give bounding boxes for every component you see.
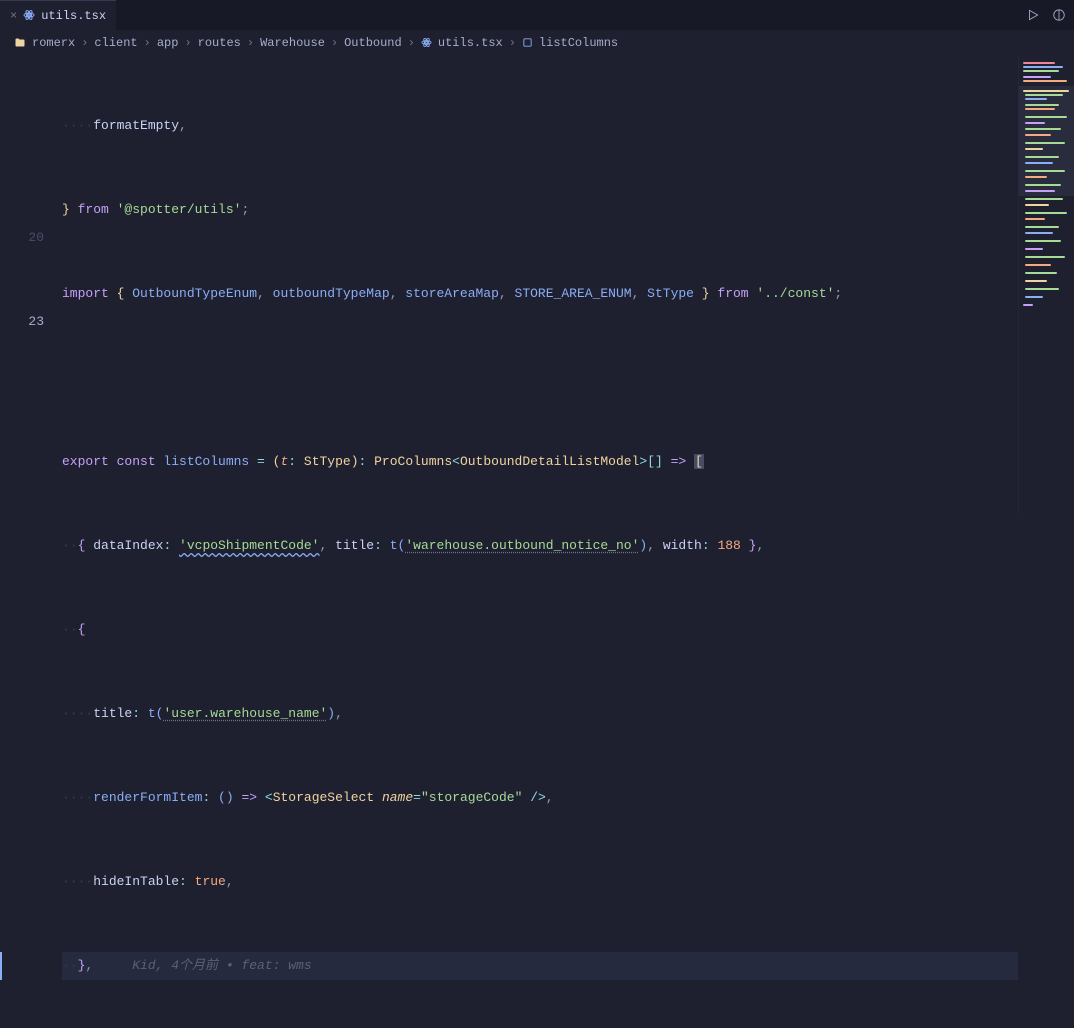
tab-actions xyxy=(1026,0,1066,30)
minimap-line xyxy=(1025,128,1061,130)
minimap-line xyxy=(1025,184,1061,186)
minimap-line xyxy=(1025,148,1043,150)
minimap-line xyxy=(1025,226,1059,228)
git-blame-hint: Kid, 4个月前 • feat: wms xyxy=(93,958,311,973)
folder-icon xyxy=(14,36,26,50)
code-line: ····formatEmpty, xyxy=(62,112,1018,140)
minimap-line xyxy=(1023,80,1067,82)
minimap-line xyxy=(1025,240,1061,242)
minimap-line xyxy=(1025,218,1045,220)
minimap-line xyxy=(1025,232,1053,234)
react-file-icon xyxy=(23,9,35,23)
line-number xyxy=(0,112,44,140)
line-number xyxy=(0,392,44,420)
minimap-line xyxy=(1025,170,1065,172)
minimap-line xyxy=(1025,108,1055,110)
tab-bar: × utils.tsx xyxy=(0,0,1074,30)
breadcrumb-item[interactable]: listColumns xyxy=(539,36,618,50)
minimap-line xyxy=(1023,70,1059,72)
breadcrumb-item[interactable]: romerx xyxy=(32,36,75,50)
code-line: ··{ dataIndex: 'vcpoShipmentCode', title… xyxy=(62,532,1018,560)
line-number xyxy=(0,280,44,308)
line-number xyxy=(0,168,44,196)
minimap-line xyxy=(1023,66,1063,68)
breadcrumb-item[interactable]: client xyxy=(94,36,137,50)
minimap-line xyxy=(1025,134,1051,136)
minimap-line xyxy=(1025,156,1059,158)
breadcrumb-item[interactable]: Outbound xyxy=(344,36,402,50)
line-number-current: 23 xyxy=(0,308,44,336)
line-number-gutter: 20 23 xyxy=(0,56,62,514)
code-line: ····renderFormItem: () => <StorageSelect… xyxy=(62,784,1018,812)
minimap-viewport[interactable] xyxy=(1019,86,1074,196)
tab-active[interactable]: × utils.tsx xyxy=(0,0,116,30)
minimap-line xyxy=(1025,94,1063,96)
line-number xyxy=(0,336,44,364)
line-number xyxy=(0,84,44,112)
code-line: ····title: t('user.warehouse_name'), xyxy=(62,700,1018,728)
code-line: import { OutboundTypeEnum, outboundTypeM… xyxy=(62,280,1018,308)
minimap-line xyxy=(1023,62,1055,64)
line-number xyxy=(0,196,44,224)
minimap-line xyxy=(1025,142,1065,144)
line-number xyxy=(0,140,44,168)
line-number xyxy=(0,56,44,84)
line-number xyxy=(0,420,44,448)
minimap-line xyxy=(1023,304,1033,306)
code-area[interactable]: ····formatEmpty, } from '@spotter/utils'… xyxy=(62,56,1018,514)
line-number xyxy=(0,364,44,392)
breadcrumb-item[interactable]: app xyxy=(157,36,179,50)
chevron-right-icon: › xyxy=(184,36,191,50)
chevron-right-icon: › xyxy=(247,36,254,50)
code-line: ··{ xyxy=(62,616,1018,644)
chevron-right-icon: › xyxy=(509,36,516,50)
line-number: 20 xyxy=(0,224,44,252)
code-line xyxy=(62,364,1018,392)
line-number xyxy=(0,252,44,280)
minimap-line xyxy=(1025,98,1047,100)
minimap-line xyxy=(1025,212,1067,214)
minimap-line xyxy=(1025,122,1045,124)
breadcrumb-item[interactable]: utils.tsx xyxy=(438,36,503,50)
minimap-line xyxy=(1023,90,1069,92)
minimap[interactable] xyxy=(1018,56,1074,514)
minimap-line xyxy=(1025,280,1047,282)
minimap-line xyxy=(1025,176,1047,178)
editor: 20 23 ····formatEmpty, } from '@spotter/… xyxy=(0,56,1074,514)
minimap-line xyxy=(1025,288,1059,290)
minimap-line xyxy=(1025,272,1057,274)
minimap-line xyxy=(1025,264,1051,266)
breadcrumb-item[interactable]: Warehouse xyxy=(260,36,325,50)
tab-filename: utils.tsx xyxy=(41,9,106,23)
line-number xyxy=(0,448,44,476)
chevron-right-icon: › xyxy=(408,36,415,50)
chevron-right-icon: › xyxy=(331,36,338,50)
line-number xyxy=(0,476,44,504)
close-icon[interactable]: × xyxy=(10,9,17,23)
breadcrumb-item[interactable]: routes xyxy=(198,36,241,50)
split-editor-icon[interactable] xyxy=(1052,8,1066,23)
code-line: export const listColumns = (t: StType): … xyxy=(62,448,1018,476)
minimap-line xyxy=(1023,76,1051,78)
minimap-line xyxy=(1025,248,1043,250)
minimap-line xyxy=(1025,256,1065,258)
chevron-right-icon: › xyxy=(81,36,88,50)
play-icon[interactable] xyxy=(1026,8,1040,23)
symbol-icon xyxy=(522,36,533,50)
minimap-line xyxy=(1025,204,1049,206)
minimap-line xyxy=(1025,190,1055,192)
code-line: } from '@spotter/utils'; xyxy=(62,196,1018,224)
breadcrumb: romerx › client › app › routes › Warehou… xyxy=(0,30,1074,56)
code-line-current: ··}, Kid, 4个月前 • feat: wms xyxy=(62,952,1018,980)
minimap-line xyxy=(1025,296,1043,298)
minimap-line xyxy=(1025,104,1059,106)
chevron-right-icon: › xyxy=(144,36,151,50)
minimap-line xyxy=(1025,162,1053,164)
minimap-line xyxy=(1025,198,1063,200)
minimap-line xyxy=(1025,116,1067,118)
code-line: ····hideInTable: true, xyxy=(62,868,1018,896)
react-file-icon xyxy=(421,36,432,50)
